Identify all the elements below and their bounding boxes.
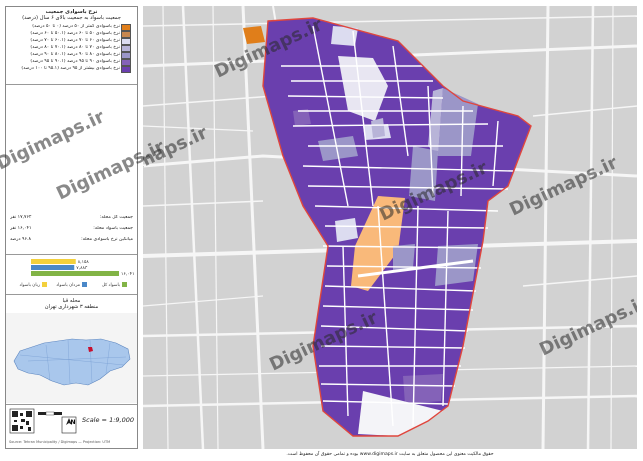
legend-swatch bbox=[121, 59, 131, 66]
bar-legend-label: زنان باسواد bbox=[19, 283, 40, 288]
legend-label: نرخ باسوادی کمتر از ۵۰ درصد (۰ تا ۵۰ درص… bbox=[32, 24, 120, 29]
bar-0 bbox=[31, 259, 76, 264]
parcel-class-3c[interactable] bbox=[335, 218, 358, 242]
bar-value-label: ۷,۸۸۳ bbox=[76, 265, 88, 271]
legend-label: نرخ باسوادی ۸۰ تا ۹۰ درصد (۸۰.۱ تا ۹۰ در… bbox=[30, 52, 120, 57]
stat-row: جمعیت باسواد محله: ۱۶,۰۴۱ نفر bbox=[10, 226, 133, 232]
stats-panel: جمعیت کل محله: ۱۷,۷۶۲ نفر جمعیت باسواد محل… bbox=[6, 207, 137, 255]
locator-subtitle: منطقه ۳ شهرداری تهران bbox=[44, 304, 99, 310]
legend-item: نرخ باسوادی ۹۰ تا ۹۵ درصد (۹۰.۱ تا ۹۵ در… bbox=[10, 59, 133, 66]
parcel-class-5e[interactable] bbox=[393, 244, 415, 270]
bar-legend-swatch bbox=[42, 282, 47, 287]
legend-swatch bbox=[121, 31, 131, 38]
scale-panel: N Scale = 1:9,000 Source: Tehran Municip… bbox=[6, 405, 137, 448]
legend-item: نرخ باسوادی ۸۰ تا ۹۰ درصد (۸۰.۱ تا ۹۰ در… bbox=[10, 52, 133, 59]
bar-legend-label: مردان باسواد bbox=[56, 283, 80, 288]
legend-item: نرخ باسوادی بیشتر از ۹۵ درصد (۹۵.۱ تا ۱۰… bbox=[10, 66, 133, 73]
locator-panel: محله قبا منطقه ۳ شهرداری تهران bbox=[6, 295, 137, 405]
legend-label: نرخ باسوادی بیشتر از ۹۵ درصد (۹۵.۱ تا ۱۰… bbox=[21, 66, 120, 71]
legend-subtitle: جمعیت باسواد به جمعیت بالای ۶ سال (درصد) bbox=[22, 15, 121, 21]
bar-chart-panel: ۸,۱۵۸ زنان باسواد ۷,۸۸۳ مردان باسواد ۱۶,۰۴۱ ب… bbox=[6, 255, 137, 295]
legend-swatch bbox=[121, 24, 131, 31]
north-label: N bbox=[70, 419, 76, 426]
stat-label: جمعیت باسواد محله: bbox=[93, 226, 133, 231]
legend-label: نرخ باسوادی ۷۰ تا ۸۰ درصد (۷۰.۱ تا ۸۰ در… bbox=[30, 45, 120, 50]
legend-item: نرخ باسوادی ۵۰ تا ۶۰ درصد (۵۰.۱ تا ۶۰ در… bbox=[10, 31, 133, 38]
map-canvas[interactable]: Digimaps.ir Digimaps.ir Digimaps.ir Digi… bbox=[143, 6, 637, 449]
bar-legend-swatch bbox=[82, 282, 87, 287]
bar-legend-swatch bbox=[122, 282, 127, 287]
legend-swatch bbox=[121, 38, 131, 45]
bar-2 bbox=[31, 271, 119, 276]
scale-text: Scale = 1:9,000 bbox=[82, 416, 134, 424]
parcel-class-4b[interactable] bbox=[371, 118, 385, 138]
bar-chart: ۸,۱۵۸ زنان باسواد ۷,۸۸۳ مردان باسواد ۱۶,۰۴۱ب… bbox=[19, 259, 135, 288]
footer-copyright: حقوق مالکیت معنوی این محصول متعلق به سای… bbox=[286, 452, 494, 457]
legend-item: نرخ باسوادی ۷۰ تا ۸۰ درصد (۷۰.۱ تا ۸۰ در… bbox=[10, 45, 133, 52]
map-frame[interactable]: Digimaps.ir Digimaps.ir Digimaps.ir Digi… bbox=[143, 6, 637, 449]
stat-value: ۹۶.۸ درصد bbox=[10, 237, 31, 242]
qr-code-icon bbox=[9, 408, 35, 434]
stat-value: ۱۷,۷۶۲ نفر bbox=[10, 215, 32, 220]
stat-row: جمعیت کل محله: ۱۷,۷۶۲ نفر bbox=[10, 215, 133, 221]
stat-label: جمعیت کل محله: bbox=[99, 215, 133, 220]
legend-swatch bbox=[121, 52, 131, 59]
parcel-class-6b[interactable] bbox=[403, 374, 443, 404]
legend-swatch bbox=[121, 45, 131, 52]
legend-label: نرخ باسوادی ۹۰ تا ۹۵ درصد (۹۰.۱ تا ۹۵ در… bbox=[30, 59, 120, 64]
scale-bar bbox=[38, 411, 62, 416]
bar-legend-label: باسواد کل bbox=[102, 282, 120, 288]
stat-label: میانگین نرخ باسوادی محله: bbox=[81, 237, 133, 242]
legend-panel: نرخ باسوادی جمعیت جمعیت باسواد به جمعیت … bbox=[6, 7, 137, 85]
copyright-text: Source: Tehran Municipality / Digimaps —… bbox=[9, 440, 111, 444]
map-sidebar: نرخ باسوادی جمعیت جمعیت باسواد به جمعیت … bbox=[5, 6, 138, 449]
bar-value-label: ۱۶,۰۴۱ bbox=[121, 272, 135, 277]
legend-swatch bbox=[121, 66, 131, 73]
stat-row: میانگین نرخ باسوادی محله: ۹۶.۸ درصد bbox=[10, 237, 133, 243]
bar-1 bbox=[31, 265, 75, 270]
bar-value-label: ۸,۱۵۸ bbox=[78, 260, 90, 265]
legend-item: نرخ باسوادی کمتر از ۵۰ درصد (۰ تا ۵۰ درص… bbox=[10, 24, 133, 31]
legend-label: نرخ باسوادی ۵۰ تا ۶۰ درصد (۵۰.۱ تا ۶۰ در… bbox=[30, 31, 120, 36]
stat-value: ۱۶,۰۴۱ نفر bbox=[10, 226, 32, 231]
legend-item: نرخ باسوادی ۶۰ تا ۷۰ درصد (۶۰.۱ تا ۷۰ در… bbox=[10, 38, 133, 45]
legend-label: نرخ باسوادی ۶۰ تا ۷۰ درصد (۶۰.۱ تا ۷۰ در… bbox=[30, 38, 120, 43]
locator-map bbox=[6, 313, 137, 403]
